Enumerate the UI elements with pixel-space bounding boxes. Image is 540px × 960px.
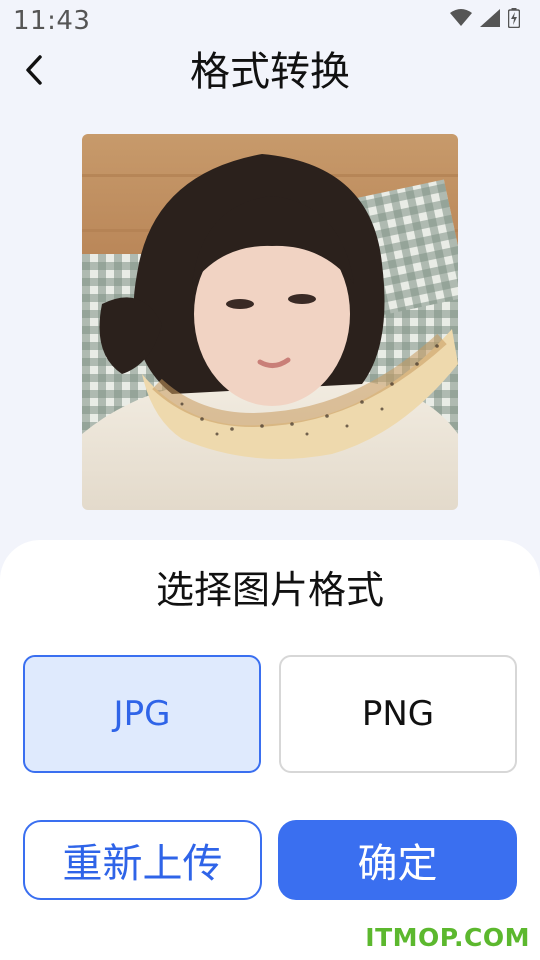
format-option-label: PNG [361, 694, 435, 734]
sheet-title: 选择图片格式 [155, 568, 384, 612]
format-sheet: 选择图片格式 JPG PNG 重新上传 确定 [0, 540, 540, 960]
format-option-jpg[interactable]: JPG [23, 655, 261, 773]
format-option-png[interactable]: PNG [279, 655, 517, 773]
status-bar: 11:43 [0, 0, 540, 44]
wifi-icon [450, 9, 472, 27]
confirm-label: 确定 [357, 841, 438, 887]
preview-image [82, 134, 458, 510]
app-bar: 格式转换 [0, 44, 540, 100]
confirm-button[interactable]: 确定 [278, 820, 517, 900]
format-option-label: JPG [113, 694, 171, 734]
reupload-label: 重新上传 [62, 841, 223, 887]
status-icons [450, 8, 520, 28]
battery-icon [508, 8, 520, 28]
watermark: ITMOP.COM [365, 923, 530, 952]
reupload-button[interactable]: 重新上传 [23, 820, 262, 900]
status-time: 11:43 [13, 6, 91, 36]
page-title: 格式转换 [190, 49, 350, 95]
cellular-signal-icon [480, 9, 500, 27]
